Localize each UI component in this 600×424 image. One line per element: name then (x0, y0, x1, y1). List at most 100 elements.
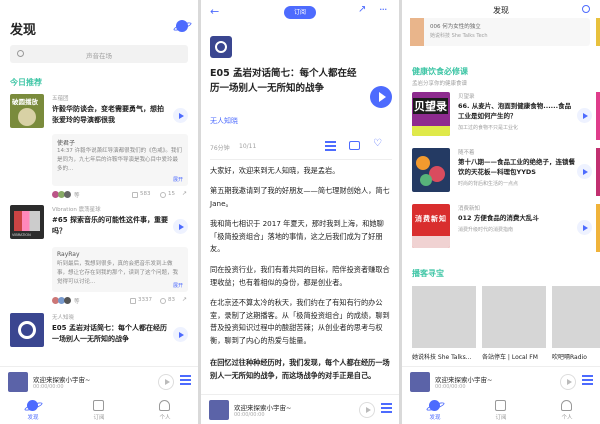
podcast-cover (412, 148, 450, 192)
carousel-peek (596, 148, 600, 196)
subscribe-icon (495, 400, 507, 411)
mini-player-time: 00:00/00:00 (33, 384, 64, 390)
tab-label: 订阅 (93, 415, 105, 421)
tab-profile[interactable]: 个人 (561, 400, 573, 421)
mini-player-cover (8, 372, 28, 392)
section-title: 今日推荐 (10, 78, 42, 87)
playlist-icon[interactable] (582, 375, 593, 385)
mini-player[interactable]: 欢迎来探索小宇宙~ 00:00/00:00 (201, 394, 399, 424)
back-arrow-icon[interactable]: ← (210, 5, 219, 18)
playlist-add-icon[interactable] (325, 141, 336, 151)
play-button[interactable] (173, 219, 188, 234)
podcast-cover (410, 18, 424, 46)
podcast-name-link[interactable]: 无人知晓 (210, 116, 238, 126)
mini-play-button[interactable] (560, 374, 576, 390)
mini-play-button[interactable] (359, 402, 375, 418)
episode-title: 012 方便食品的消费大乱斗 (458, 214, 539, 222)
section-title: 健康饮食必修课 (412, 67, 468, 76)
top-episode-item[interactable]: 006 何为女性的独立 她说科技 She Talks Tech (410, 18, 590, 46)
tab-subscribe[interactable]: 订阅 (495, 400, 507, 421)
search-placeholder: 声音在场 (86, 52, 112, 60)
podcast-cover (10, 313, 44, 347)
play-button[interactable] (577, 108, 592, 123)
section-subtitle: 孟岩分享你的健康食谱 (412, 81, 468, 87)
podcast-cover (210, 36, 232, 58)
chat-icon[interactable] (160, 298, 166, 304)
list-item[interactable]: 随不着 第十八期——食品工业的绝绝子，连锁餐饮的天花板—科理包YYDS 时尚的背… (412, 148, 592, 196)
podcast-tile-name: 她说科技 She Talks... (412, 354, 472, 361)
recommend-card[interactable]: 无人知晓 E05 孟岩对话简七：每个人都在经历一场别人一无所知的战争 (10, 313, 188, 363)
mini-player-title: 欢迎来探索小宇宙~ (33, 376, 91, 384)
user-icon (159, 400, 171, 411)
planet-icon (429, 400, 441, 411)
podcast-source: 消费新知 (458, 206, 481, 212)
expand-link[interactable]: 展开 (173, 176, 183, 183)
more-icon[interactable]: ··· (379, 3, 387, 16)
like-count: 3337 (138, 297, 152, 303)
share-icon[interactable]: ↗ (182, 190, 187, 197)
search-bar[interactable]: 声音在场 (10, 45, 188, 63)
list-item[interactable]: 消费新知 消费新知 012 方便食品的消费大乱斗 消费升级时代的消费指南 (412, 204, 592, 252)
share-icon[interactable]: ↗ (358, 4, 366, 15)
tab-discover[interactable]: 发现 (429, 400, 441, 421)
like-icon[interactable] (132, 192, 138, 198)
paragraph: 我和简七相识于 2017 年夏天，那时我到上海，和她聊「极简投资组合」落地的事情… (210, 219, 384, 253)
tab-label: 个人 (159, 415, 171, 421)
mini-player-time: 00:00/00:00 (234, 412, 265, 418)
like-count: 583 (140, 191, 151, 197)
mini-player-cover (410, 372, 430, 392)
carousel-peek (596, 204, 600, 252)
podcast-tile-cover[interactable] (482, 286, 546, 348)
play-button[interactable] (173, 108, 188, 123)
search-icon[interactable] (582, 5, 590, 13)
episode-title: 66. 从麦片、泡面到健康食物......食品工业是如何产生的？ (458, 102, 572, 120)
list-item[interactable]: 贝望录 贝望录 66. 从麦片、泡面到健康食物......食品工业是如何产生的？… (412, 92, 592, 140)
episode-screen: ← 订阅 ↗ ··· E05 孟岩对话简七：每个人都在经历一场别人一无所知的战争… (201, 0, 399, 424)
podcast-source: 无人知晓 (52, 315, 75, 321)
chat-count: 83 (168, 297, 175, 303)
comment-box[interactable]: RayRay 听到最后，我想到很多，真的会把音乐发到上做事，想让它存在到我的那个… (52, 247, 188, 292)
play-button[interactable] (577, 220, 592, 235)
comment-box[interactable]: 使君子 14:37 许毅华说萧红导演都很我们的《色戒》。我们是同为，九七年后的许… (52, 134, 188, 186)
planet-icon[interactable] (176, 20, 188, 32)
mini-player-time: 00:00/00:00 (435, 384, 466, 390)
heart-icon[interactable]: ♡ (373, 138, 382, 149)
podcast-source: 五蕴团 (52, 96, 69, 102)
subscribe-button[interactable]: 订阅 (284, 6, 316, 19)
page-title: 发现 (10, 23, 37, 38)
tab-profile[interactable]: 个人 (159, 400, 171, 421)
comment-user: 使君子 (57, 140, 76, 147)
episode-duration: 76分钟 (210, 145, 230, 152)
podcast-source: Vibration 震荡星球 (52, 207, 101, 213)
play-button[interactable] (173, 327, 188, 342)
podcast-tile-cover[interactable] (412, 286, 476, 348)
playlist-icon[interactable] (381, 403, 392, 413)
comment-icon[interactable] (349, 141, 360, 150)
episode-title: 许毅华防谈会，变老需要勇气，想拍张爱玲的导演都很我 (52, 105, 164, 124)
chat-count: 15 (168, 191, 175, 197)
playlist-icon[interactable] (180, 375, 191, 385)
podcast-tile-cover[interactable] (552, 286, 600, 348)
chat-icon[interactable] (160, 192, 166, 198)
discover-scrolled-screen: 发现 006 何为女性的独立 她说科技 She Talks Tech 健康饮食必… (402, 0, 600, 424)
like-icon[interactable] (130, 298, 136, 304)
play-button[interactable] (577, 164, 592, 179)
mini-player-title: 欢迎来探索小宇宙~ (435, 376, 493, 384)
paragraph: 在回忆过往种种经历时，我们发现，每个人都在经历一场别人一无所知的战争，而这场战争… (210, 358, 390, 380)
mini-player[interactable]: 欢迎来探索小宇宙~ 00:00/00:00 (402, 366, 600, 396)
planet-icon (27, 400, 39, 411)
mini-play-button[interactable] (158, 374, 174, 390)
divider (210, 159, 392, 160)
tab-subscribe[interactable]: 订阅 (93, 400, 105, 421)
recommend-card[interactable]: 破圆播放 五蕴团 许毅华防谈会，变老需要勇气，想拍张爱玲的导演都很我 使君子 1… (10, 94, 188, 204)
paragraph: 大家好，欢迎来到无人知晓，我是孟岩。 (210, 166, 340, 175)
expand-link[interactable]: 展开 (173, 282, 183, 289)
tab-discover[interactable]: 发现 (27, 400, 39, 421)
episode-meta: 消费升级时代的消费指南 (458, 227, 514, 233)
play-button[interactable] (370, 86, 392, 108)
podcast-cover: VIBRATION (10, 205, 44, 239)
share-icon[interactable]: ↗ (182, 296, 187, 303)
recommend-card[interactable]: VIBRATION Vibration 震荡星球 #65 探索音乐的可能性这件事… (10, 205, 188, 310)
mini-player[interactable]: 欢迎来探索小宇宙~ 00:00/00:00 (0, 366, 198, 396)
tab-bar: 发现 订阅 个人 (402, 397, 600, 424)
